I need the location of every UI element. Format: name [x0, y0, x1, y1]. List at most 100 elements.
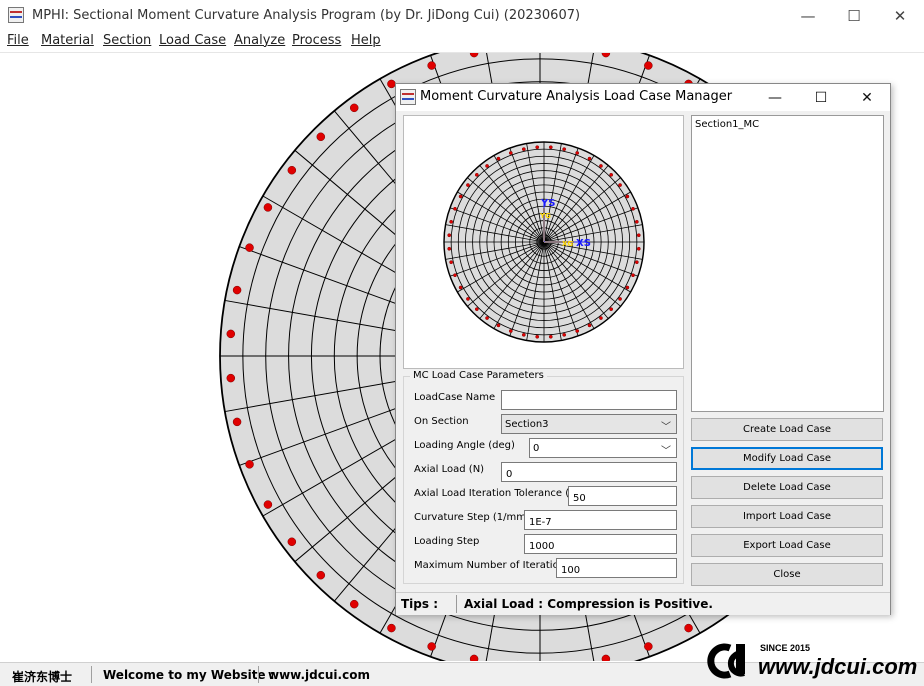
menu-material[interactable]: Material — [41, 33, 94, 48]
minimize-icon: — — [800, 6, 816, 25]
rebar-dot — [535, 145, 540, 150]
load-case-list[interactable]: Section1_MC — [691, 115, 884, 412]
minimize-button[interactable]: — — [785, 0, 831, 31]
rebar-dot — [535, 334, 540, 339]
loading-angle-label: Loading Angle (deg) — [414, 440, 515, 451]
menu-help[interactable]: Help — [351, 33, 381, 48]
menu-analyze[interactable]: Analyze — [234, 33, 285, 48]
import-load-case-button[interactable]: Import Load Case — [691, 505, 883, 528]
menu-load-case[interactable]: Load Case — [159, 33, 226, 48]
section-select[interactable]: Section3 ﹀ — [501, 414, 677, 434]
rebar-dot — [263, 203, 273, 212]
rebar-dot — [548, 334, 553, 339]
rebar-dot — [466, 183, 470, 187]
loadcase-name-input[interactable] — [501, 390, 677, 410]
axis-label-yg: YG — [539, 212, 551, 220]
tolerance-input[interactable] — [568, 486, 677, 506]
loading-angle-select[interactable]: 0 ﹀ — [529, 438, 677, 458]
loading-angle-value: 0 — [533, 443, 540, 454]
rebar-dot — [232, 417, 242, 427]
rebar-dot — [496, 156, 501, 161]
rebar-dot — [474, 307, 479, 312]
rebar-dot — [453, 273, 457, 278]
rebar-dot — [634, 219, 639, 224]
loading-step-input[interactable] — [524, 534, 677, 554]
rebar-dot — [226, 329, 236, 339]
rebar-dot — [316, 132, 326, 142]
menu-section[interactable]: Section — [103, 33, 151, 48]
axis-label-xs: XS — [576, 238, 591, 249]
rebar-dot — [458, 285, 463, 290]
close-icon: ✕ — [893, 6, 907, 25]
export-load-case-button[interactable]: Export Load Case — [691, 534, 883, 557]
tolerance-label: Axial Load Iteration Tolerance (N) — [414, 488, 581, 499]
rebar-dot — [618, 297, 622, 301]
rebar-dot — [349, 103, 359, 113]
maximize-button[interactable]: ☐ — [831, 0, 877, 31]
rebar-dot — [427, 642, 436, 651]
dialog-minimize-button[interactable]: — — [752, 84, 798, 111]
rebar-dot — [469, 654, 479, 664]
rebar-dot — [508, 329, 513, 333]
rebar-dot — [508, 151, 513, 155]
close-window-button[interactable]: ✕ — [877, 0, 923, 31]
rebar-dot — [601, 654, 611, 664]
rebar-dot — [485, 316, 489, 320]
rebar-dot — [599, 164, 603, 168]
rebar-dot — [447, 233, 452, 238]
rebar-dot — [474, 172, 479, 177]
axial-load-input[interactable] — [501, 462, 677, 482]
maximize-icon: ☐ — [847, 6, 861, 25]
rebar-dot — [644, 61, 653, 70]
close-icon: ✕ — [861, 89, 873, 106]
logo-text: www.jdcui.com — [758, 654, 917, 679]
rebar-dot — [232, 285, 242, 295]
rebar-dot — [316, 570, 326, 580]
parameters-group-title: MC Load Case Parameters — [410, 370, 547, 381]
website-link[interactable]: www.jdcui.com — [268, 668, 370, 682]
rebar-dot — [587, 156, 592, 161]
rebar-dot — [684, 623, 693, 633]
dialog-maximize-button[interactable]: ☐ — [798, 84, 844, 111]
rebar-dot — [634, 260, 639, 265]
rebar-dot — [226, 373, 236, 383]
rebar-dot — [287, 165, 297, 175]
dialog-title: Moment Curvature Analysis Load Case Mana… — [420, 89, 733, 104]
menu-process[interactable]: Process — [292, 33, 341, 48]
rebar-dot — [575, 151, 580, 155]
rebar-dot — [644, 642, 653, 651]
section-preview-drawing: YS XS YG XG — [443, 141, 645, 343]
delete-load-case-button[interactable]: Delete Load Case — [691, 476, 883, 499]
section-preview: YS XS YG XG — [403, 115, 684, 369]
rebar-dot — [245, 243, 254, 252]
welcome-text: Welcome to my Website : — [103, 668, 275, 682]
app-logo-icon — [8, 7, 24, 23]
load-case-manager-dialog: Moment Curvature Analysis Load Case Mana… — [395, 83, 891, 615]
chevron-down-icon: ﹀ — [661, 422, 671, 433]
section-select-value: Section3 — [505, 419, 549, 430]
max-iteration-input[interactable] — [556, 558, 677, 578]
rebar-dot — [466, 297, 470, 301]
close-button[interactable]: Close — [691, 563, 883, 586]
rebar-dot — [485, 164, 489, 168]
modify-load-case-button[interactable]: Modify Load Case — [691, 447, 883, 470]
menu-file[interactable]: File — [7, 33, 29, 48]
maximize-icon: ☐ — [814, 89, 828, 106]
rebar-dot — [263, 500, 273, 509]
dialog-close-button[interactable]: ✕ — [844, 84, 890, 111]
dialog-title-bar: Moment Curvature Analysis Load Case Mana… — [396, 84, 890, 111]
create-load-case-button[interactable]: Create Load Case — [691, 418, 883, 441]
rebar-dot — [636, 233, 641, 238]
chevron-down-icon: ﹀ — [661, 446, 671, 457]
minimize-icon: — — [768, 89, 782, 106]
rebar-dot — [625, 194, 630, 199]
rebar-dot — [287, 537, 297, 547]
axial-load-label: Axial Load (N) — [414, 464, 485, 475]
list-item[interactable]: Section1_MC — [695, 119, 759, 130]
logo-since: SINCE 2015 — [760, 643, 810, 653]
rebar-dot — [387, 623, 396, 633]
rebar-dot — [449, 260, 454, 265]
rebar-dot — [521, 332, 526, 337]
curvature-step-input[interactable] — [524, 510, 677, 530]
app-logo-icon — [400, 89, 416, 105]
